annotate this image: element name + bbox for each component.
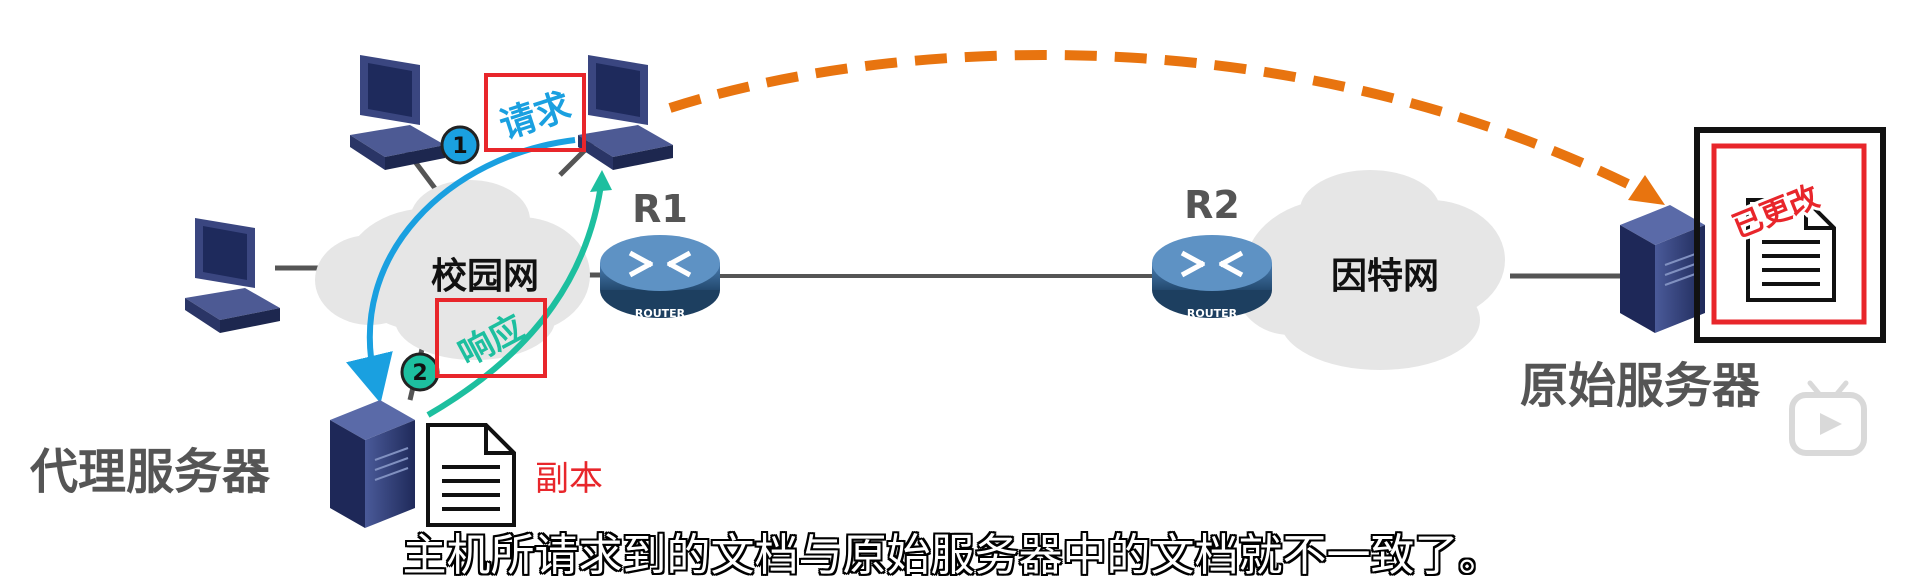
host-2	[578, 55, 673, 170]
proxy-server	[330, 400, 415, 528]
desktop-computer-icon	[350, 55, 445, 170]
desktop-computer-icon	[578, 55, 673, 170]
server-tower-icon	[1620, 205, 1705, 333]
router-icon: ROUTER	[1152, 235, 1272, 320]
dashed-origin-arrow	[668, 49, 1643, 195]
r1-label: R1	[632, 187, 688, 231]
request-label: 请求	[495, 86, 576, 147]
r2-label: R2	[1184, 183, 1240, 227]
subtitle-caption: 主机所请求到的文档与原始服务器中的文档就不一致了。	[402, 530, 1503, 581]
campus-net-label: 校园网	[431, 256, 539, 297]
host-3	[185, 218, 280, 333]
copy-document	[426, 423, 516, 527]
router-icon: ROUTER	[600, 235, 720, 320]
step-1-badge: 1	[440, 125, 480, 165]
svg-text:ROUTER: ROUTER	[635, 307, 686, 320]
document-icon	[426, 423, 516, 527]
desktop-computer-icon	[185, 218, 280, 333]
internet-label: 因特网	[1331, 256, 1439, 297]
dashed-arrowhead	[1628, 175, 1665, 205]
host-1	[350, 55, 445, 170]
response-arrowhead	[590, 170, 612, 192]
proxy-server-label: 代理服务器	[29, 444, 271, 500]
origin-server	[1620, 205, 1705, 333]
network-diagram: 校园网 因特网 ROUTER R1 ROUTER R2 1 2 请求 响应 代理…	[29, 49, 1886, 528]
router-r2: ROUTER	[1152, 235, 1272, 320]
step-2-badge: 2	[400, 352, 440, 392]
server-tower-icon	[330, 400, 415, 528]
router-r1: ROUTER	[600, 235, 720, 320]
diagram-stage: 校园网 因特网 ROUTER R1 ROUTER R2 1 2 请求 响应 代理…	[0, 0, 1905, 581]
svg-text:1: 1	[452, 134, 467, 159]
bilibili-tv-icon	[1789, 380, 1867, 456]
copy-label: 副本	[535, 459, 603, 499]
svg-text:2: 2	[412, 361, 427, 386]
origin-server-label: 原始服务器	[1520, 358, 1761, 414]
svg-text:ROUTER: ROUTER	[1187, 307, 1238, 320]
